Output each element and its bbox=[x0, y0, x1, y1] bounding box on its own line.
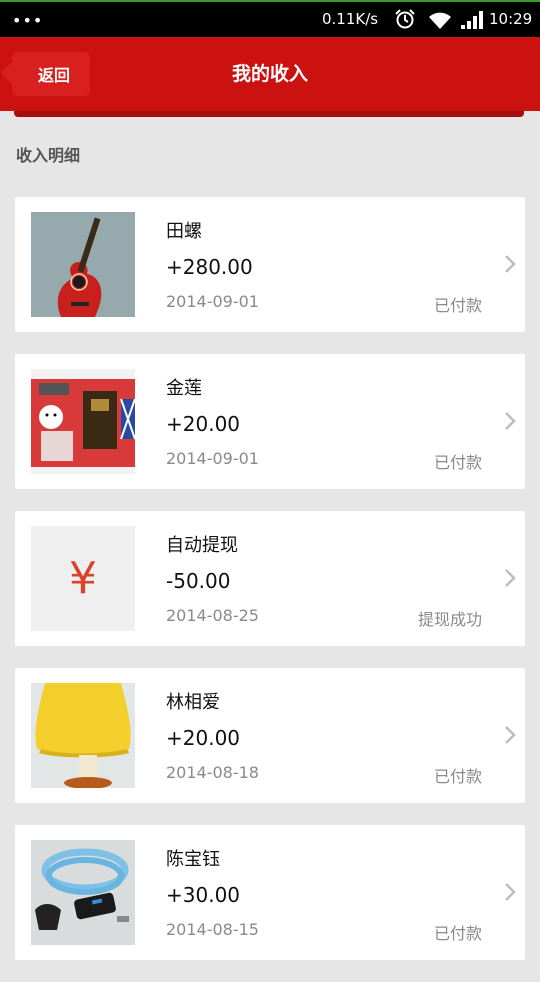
income-amount: +280.00 bbox=[166, 255, 253, 279]
back-button-label: 返回 bbox=[37, 66, 70, 85]
back-button[interactable]: 返回 bbox=[12, 52, 90, 96]
payment-status: 提现成功 bbox=[417, 610, 482, 629]
income-date: 2014-08-15 bbox=[166, 920, 259, 939]
payer-name: 林相爱 bbox=[166, 692, 220, 713]
income-amount: +20.00 bbox=[166, 412, 241, 436]
income-date: 2014-08-25 bbox=[166, 606, 259, 625]
payer-name: 陈宝钰 bbox=[166, 849, 220, 870]
income-date: 2014-09-01 bbox=[166, 292, 259, 311]
wifi-icon bbox=[429, 12, 451, 29]
income-item[interactable]: 田螺 +280.00 2014-09-01 已付款 bbox=[15, 197, 525, 332]
alarm-icon bbox=[395, 9, 415, 29]
clock: 10:29 bbox=[489, 10, 533, 28]
signal-icon bbox=[461, 11, 483, 29]
income-item[interactable]: 陈宝钰 +30.00 2014-08-15 已付款 bbox=[15, 825, 525, 960]
income-date: 2014-09-01 bbox=[166, 449, 259, 468]
payment-status: 已付款 bbox=[433, 767, 482, 786]
payment-status: 已付款 bbox=[433, 453, 482, 472]
payer-name: 自动提现 bbox=[166, 535, 238, 556]
income-date: 2014-08-18 bbox=[166, 763, 259, 782]
chevron-right-icon bbox=[505, 255, 516, 273]
payment-status: 已付款 bbox=[433, 924, 482, 943]
payer-name: 田螺 bbox=[166, 221, 202, 242]
item-thumbnail bbox=[31, 840, 135, 945]
chevron-right-icon bbox=[505, 726, 516, 744]
chevron-right-icon bbox=[505, 569, 516, 587]
header-shadow bbox=[14, 111, 524, 117]
item-thumbnail bbox=[31, 212, 135, 317]
header-bar: 返回 我的收入 bbox=[0, 37, 540, 111]
section-title: 收入明细 bbox=[16, 146, 81, 165]
network-speed: 0.11K/s bbox=[322, 10, 379, 28]
payment-status: 已付款 bbox=[433, 296, 482, 315]
item-thumbnail bbox=[31, 683, 135, 788]
yuan-icon: ¥ bbox=[69, 553, 97, 604]
payer-name: 金莲 bbox=[166, 378, 202, 399]
item-thumbnail: ¥ bbox=[31, 526, 135, 631]
item-thumbnail bbox=[31, 369, 135, 474]
income-amount: -50.00 bbox=[166, 569, 231, 593]
income-item[interactable]: 金莲 +20.00 2014-09-01 已付款 bbox=[15, 354, 525, 489]
income-item[interactable]: ¥ 自动提现 -50.00 2014-08-25 提现成功 bbox=[15, 511, 525, 646]
income-amount: +20.00 bbox=[166, 726, 241, 750]
status-bar: ••• 0.11K/s 10:29 bbox=[0, 0, 540, 37]
income-amount: +30.00 bbox=[166, 883, 241, 907]
notification-dots: ••• bbox=[12, 11, 44, 30]
income-item[interactable]: 林相爱 +20.00 2014-08-18 已付款 bbox=[15, 668, 525, 803]
chevron-right-icon bbox=[505, 883, 516, 901]
income-list: 田螺 +280.00 2014-09-01 已付款 金莲 +20.00 2014… bbox=[15, 197, 525, 982]
chevron-right-icon bbox=[505, 412, 516, 430]
